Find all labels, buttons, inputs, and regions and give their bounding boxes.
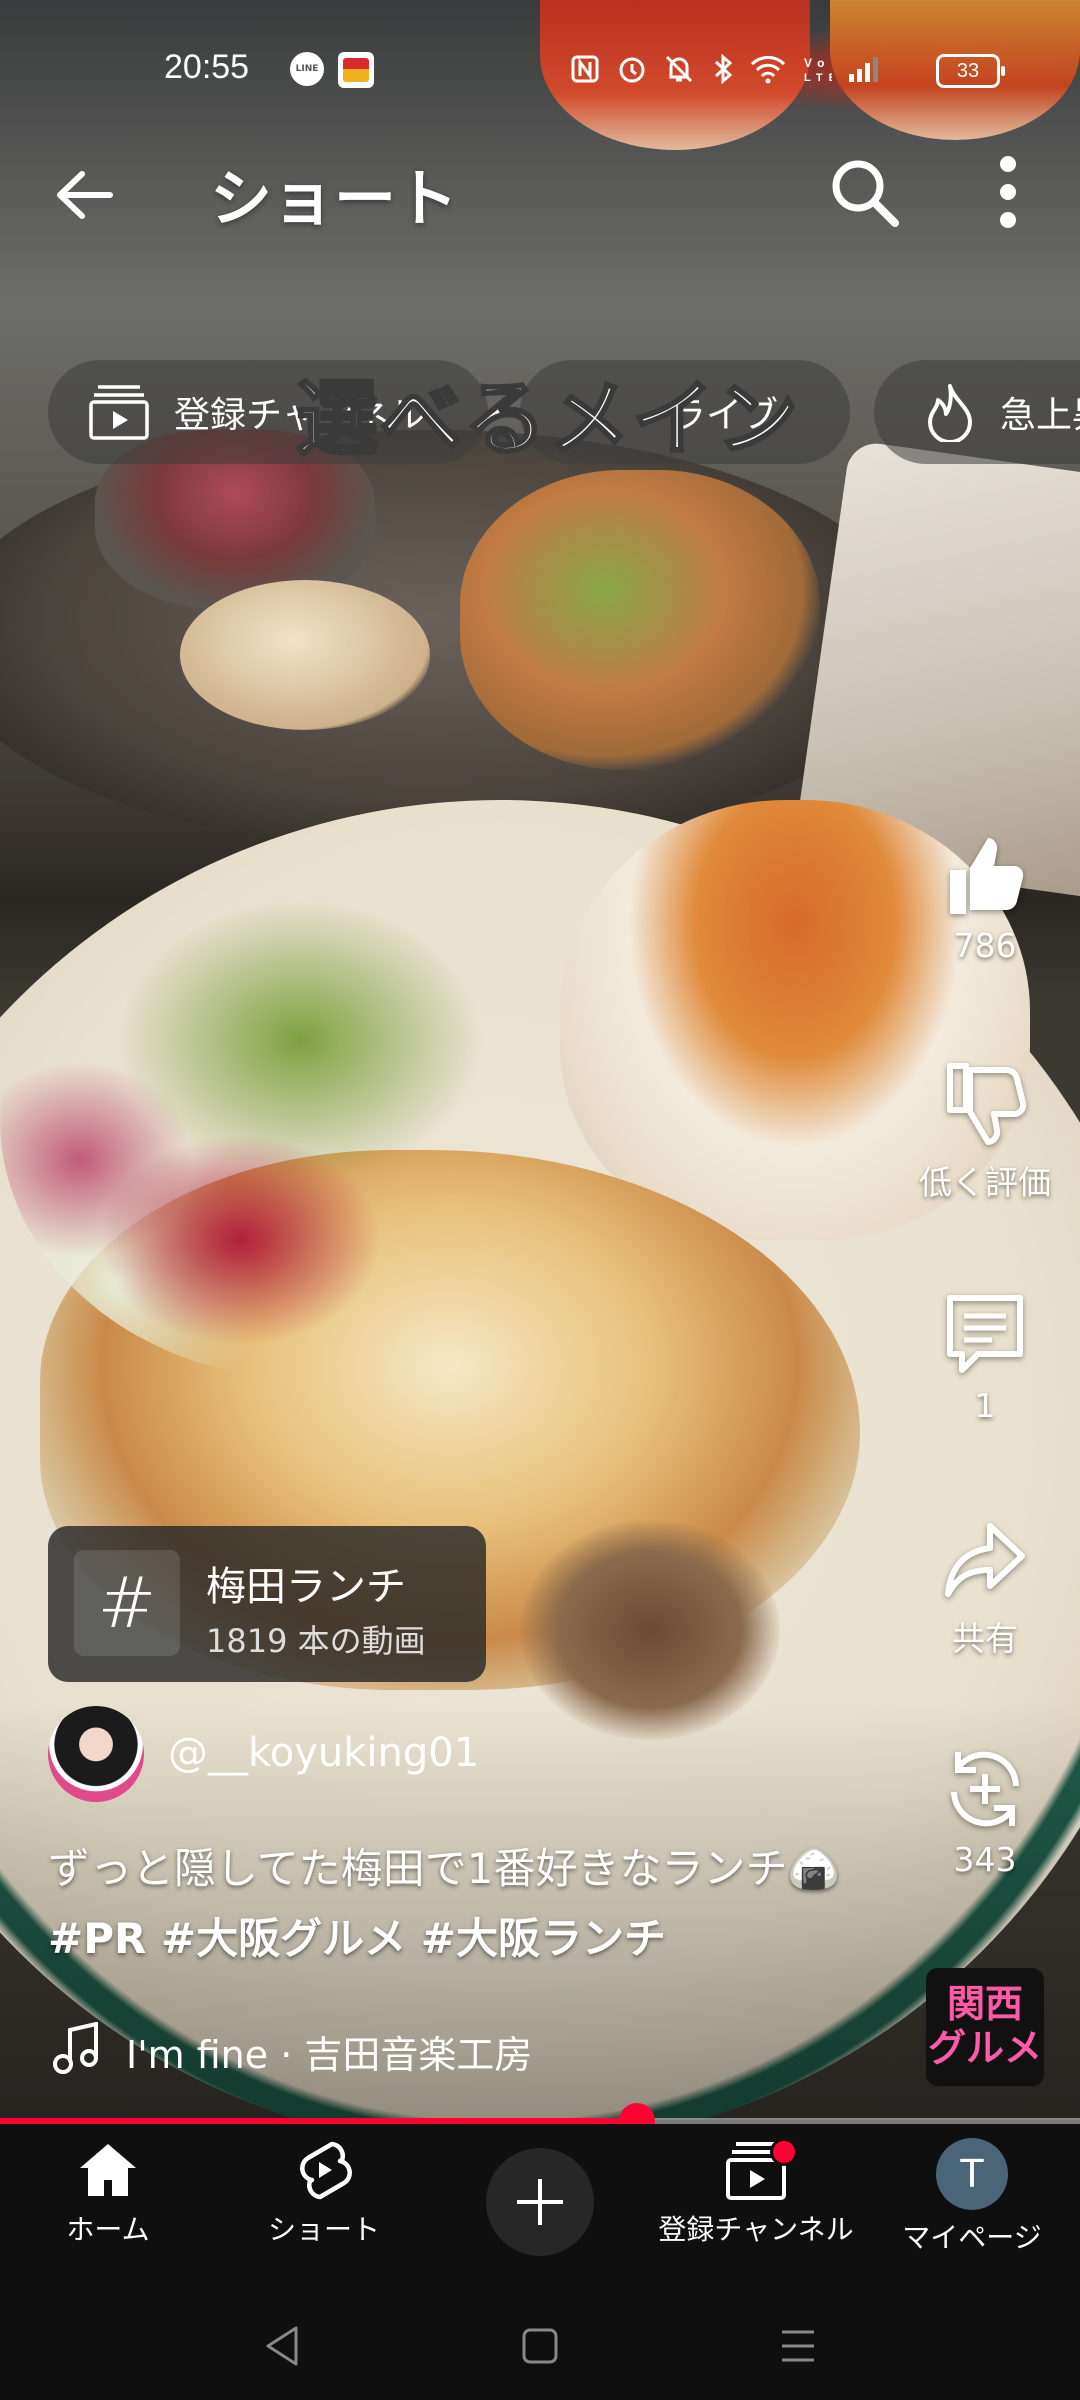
line-icon: LINE <box>290 52 324 86</box>
nav-shorts-label: ショート <box>267 2213 380 2246</box>
share-icon <box>945 1523 1025 1597</box>
channel-avatar[interactable] <box>48 1706 144 1802</box>
remix-button[interactable]: 343 <box>900 1744 1070 1879</box>
share-label: 共有 <box>952 1619 1018 1658</box>
remix-icon <box>951 1751 1019 1827</box>
wifi-icon <box>751 55 786 83</box>
app-icon <box>338 52 374 88</box>
sound-source-badge[interactable]: 関西 グルメ <box>926 1968 1044 2086</box>
dislike-label: 低く評価 <box>919 1163 1051 1202</box>
badge-line-1: 関西 <box>946 1982 1023 2026</box>
comment-count: 1 <box>974 1386 996 1425</box>
chip-label: 急上昇 <box>1000 395 1080 436</box>
dislike-button[interactable]: 低く評価 <box>900 1060 1070 1204</box>
hashtag-card[interactable]: # 梅田ランチ 1819 本の動画 <box>48 1526 486 1682</box>
nav-mypage-label: マイページ <box>902 2221 1042 2254</box>
system-nav-bar <box>0 2294 1080 2400</box>
hashtag-name: 梅田ランチ <box>206 1564 406 1610</box>
channel-handle[interactable]: @__koyuking01 <box>168 1730 479 1776</box>
back-fish <box>180 580 430 730</box>
chip-trending[interactable]: 急上昇 <box>874 360 1080 464</box>
trending-icon <box>928 384 972 442</box>
badge-line-2: グルメ <box>927 2026 1042 2070</box>
nfc-icon <box>571 55 599 82</box>
more-options-icon[interactable] <box>988 154 1028 230</box>
plus-icon <box>517 2179 563 2225</box>
salad-greens <box>0 860 620 1380</box>
nav-shorts[interactable]: ショート <box>216 2138 432 2248</box>
system-icons: Vo LTE <box>570 50 881 85</box>
home-icon <box>80 2144 136 2196</box>
system-home-icon[interactable] <box>520 2324 560 2368</box>
caption-hashtags[interactable]: #PR #大阪グルメ #大阪ランチ <box>48 1914 666 1963</box>
video-overlay-text: 選べるメイン <box>294 370 801 469</box>
nav-subscriptions-label: 登録チャンネル <box>658 2213 854 2246</box>
nav-mypage[interactable]: T マイページ <box>864 2138 1080 2256</box>
svg-text:LTE: LTE <box>804 72 832 84</box>
dislike-icon <box>947 1063 1027 1145</box>
hashtag-video-count: 1819 本の動画 <box>206 1622 426 1660</box>
back-arrow-icon[interactable] <box>50 160 120 230</box>
system-back-icon[interactable] <box>262 2324 302 2368</box>
status-time: 20:55 <box>164 48 250 86</box>
svg-text:Vo: Vo <box>804 56 830 70</box>
comment-icon <box>947 1295 1023 1373</box>
like-button[interactable]: 786 <box>900 830 1070 965</box>
nav-home-label: ホーム <box>66 2213 150 2246</box>
create-button[interactable] <box>486 2148 594 2256</box>
search-icon[interactable] <box>826 154 902 230</box>
caption-text: ずっと隠してた梅田で1番好きなランチ🍙 <box>48 1844 840 1893</box>
nav-subscriptions[interactable]: 登録チャンネル <box>648 2138 864 2248</box>
bottom-nav: ホーム ショート 登録チャンネル T マイページ <box>0 2124 1080 2294</box>
volte-icon: Vo LTE <box>804 56 836 84</box>
shorts-icon <box>300 2141 352 2200</box>
bluetooth-icon <box>714 53 732 84</box>
alarm-icon <box>619 57 645 82</box>
like-count: 786 <box>953 926 1017 965</box>
hashtag-icon: # <box>74 1550 180 1656</box>
status-bar: 20:55 LINE Vo LTE 33 <box>0 40 1080 104</box>
battery-icon: 33 <box>936 54 1005 88</box>
music-note-icon <box>52 2021 100 2074</box>
back-salad <box>460 470 820 770</box>
music-label[interactable]: I'm fine · 吉田音楽工房 <box>126 2024 532 2079</box>
signal-icon <box>849 56 879 82</box>
subscriptions-icon <box>89 385 149 440</box>
new-content-dot <box>770 2138 798 2166</box>
user-avatar: T <box>936 2138 1008 2210</box>
video-caption[interactable]: ずっと隠してた梅田で1番好きなランチ🍙 #PR #大阪グルメ #大阪ランチ <box>48 1834 888 1974</box>
system-recents-icon[interactable] <box>778 2324 818 2368</box>
mute-icon <box>666 55 693 82</box>
page-title: ショート <box>210 162 459 235</box>
share-button[interactable]: 共有 <box>900 1516 1070 1660</box>
comment-button[interactable]: 1 <box>900 1290 1070 1425</box>
like-icon <box>950 838 1024 914</box>
remix-count: 343 <box>953 1840 1017 1879</box>
nav-home[interactable]: ホーム <box>0 2138 216 2248</box>
